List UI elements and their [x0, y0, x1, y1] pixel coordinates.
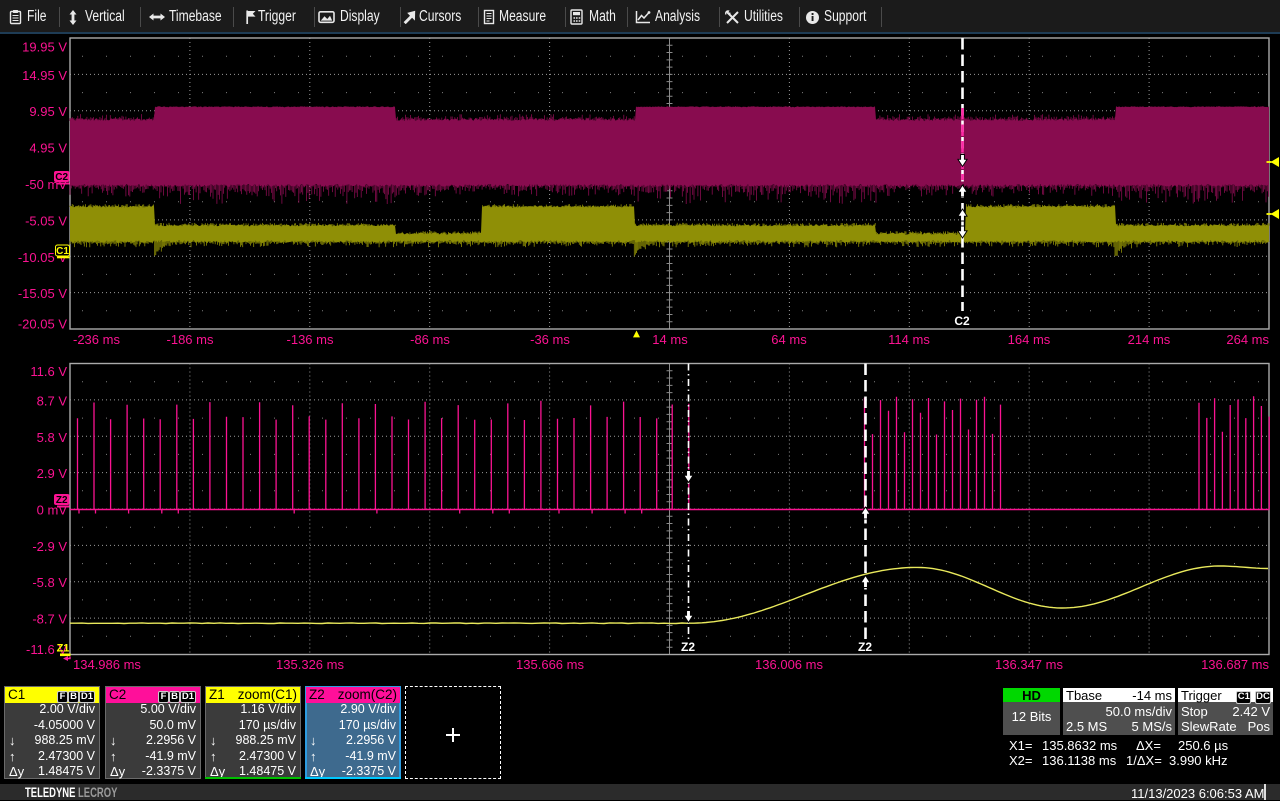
svg-text:164 ms: 164 ms — [1008, 332, 1051, 347]
svg-text:134.986 ms: 134.986 ms — [73, 657, 141, 672]
svg-text:14 ms: 14 ms — [652, 332, 688, 347]
svg-text:8.7 V: 8.7 V — [37, 393, 68, 408]
svg-text:-36 ms: -36 ms — [530, 332, 570, 347]
svg-text:-136 ms: -136 ms — [287, 332, 334, 347]
svg-text:-236 ms: -236 ms — [73, 332, 120, 347]
svg-text:-20.05 V: -20.05 V — [18, 317, 67, 332]
svg-text:214 ms: 214 ms — [1128, 332, 1171, 347]
svg-text:-5.8 V: -5.8 V — [32, 575, 67, 590]
svg-text:19.95 V: 19.95 V — [22, 40, 67, 55]
svg-text:5.8 V: 5.8 V — [37, 430, 68, 445]
svg-text:14.95 V: 14.95 V — [22, 68, 67, 83]
svg-text:136.347 ms: 136.347 ms — [995, 657, 1063, 672]
svg-text:-186 ms: -186 ms — [167, 332, 214, 347]
svg-text:C1: C1 — [56, 246, 69, 257]
svg-text:-5.05 V: -5.05 V — [25, 213, 67, 228]
svg-text:136.006 ms: 136.006 ms — [755, 657, 823, 672]
svg-text:C2: C2 — [954, 314, 970, 328]
svg-text:135.326 ms: 135.326 ms — [276, 657, 344, 672]
svg-text:264 ms: 264 ms — [1226, 332, 1269, 347]
svg-text:9.95 V: 9.95 V — [29, 104, 67, 119]
svg-text:Z2: Z2 — [681, 640, 695, 654]
svg-text:Z1: Z1 — [57, 643, 70, 655]
svg-text:4.95 V: 4.95 V — [29, 141, 67, 156]
svg-text:-8.7 V: -8.7 V — [32, 612, 67, 627]
svg-text:135.666 ms: 135.666 ms — [516, 657, 584, 672]
svg-text:136.687 ms: 136.687 ms — [1201, 657, 1269, 672]
svg-text:-2.9 V: -2.9 V — [32, 539, 67, 554]
svg-text:2.9 V: 2.9 V — [37, 466, 68, 481]
svg-text:Z2: Z2 — [858, 640, 872, 654]
svg-text:C2: C2 — [55, 172, 68, 183]
svg-text:114 ms: 114 ms — [888, 332, 930, 347]
svg-text:-86 ms: -86 ms — [410, 332, 450, 347]
svg-text:11.6 V: 11.6 V — [30, 364, 67, 379]
svg-text:-15.05 V: -15.05 V — [18, 286, 67, 301]
svg-text:Z2: Z2 — [56, 495, 68, 506]
svg-text:64 ms: 64 ms — [771, 332, 807, 347]
